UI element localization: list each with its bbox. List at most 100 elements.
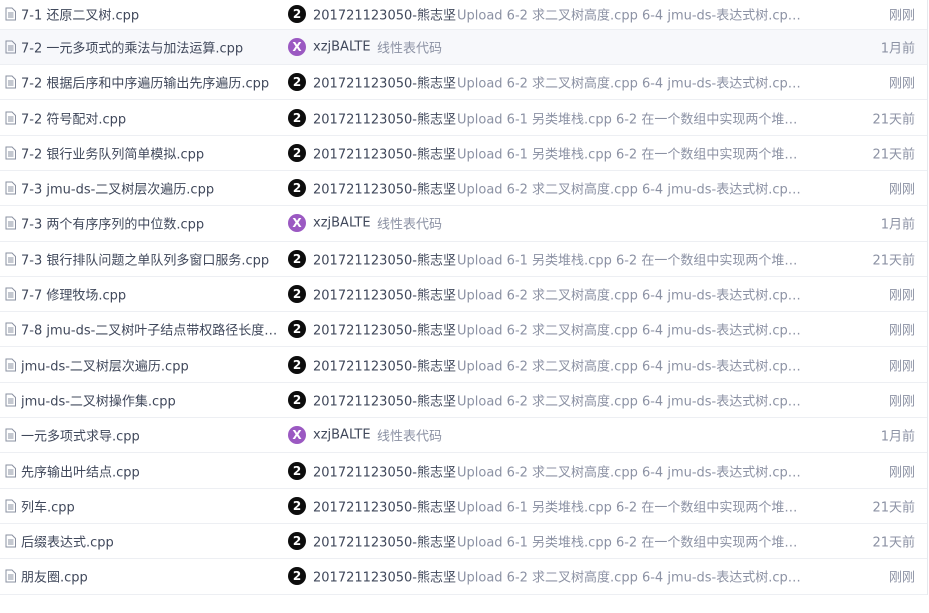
file-row[interactable]: 7-2 银行业务队列简单模拟.cpp 2 201721123050-熊志坚 Up… <box>0 136 927 171</box>
file-row[interactable]: 后缀表达式.cpp 2 201721123050-熊志坚 Upload 6-1 … <box>0 524 927 560</box>
file-name-link[interactable]: 后缀表达式.cpp <box>21 532 286 551</box>
author-name-link[interactable]: 201721123050-熊志坚 <box>313 249 456 268</box>
author-avatar[interactable]: 2 <box>288 285 306 304</box>
author-avatar[interactable]: X <box>288 37 306 56</box>
file-row[interactable]: jmu-ds-二叉树层次遍历.cpp 2 201721123050-熊志坚 Up… <box>0 347 927 383</box>
author-avatar[interactable]: 2 <box>288 532 306 551</box>
file-name-link[interactable]: 7-2 银行业务队列简单模拟.cpp <box>21 143 286 162</box>
commit-time: 刚刚 <box>888 570 915 586</box>
file-name-link[interactable]: 7-2 符号配对.cpp <box>21 108 286 127</box>
file-icon <box>5 534 16 548</box>
author-name-link[interactable]: 201721123050-熊志坚 <box>313 108 456 127</box>
commit-message-link[interactable]: Upload 6-2 求二叉树高度.cpp 6-4 jmu-ds-表达式树.cp… <box>457 179 802 198</box>
commit-time: 1月前 <box>880 217 915 233</box>
commit-message-link[interactable]: Upload 6-1 另类堆栈.cpp 6-2 在一个数组中实现两个堆栈... <box>457 143 802 162</box>
commit-message-link[interactable]: Upload 6-1 另类堆栈.cpp 6-2 在一个数组中实现两个堆栈... <box>457 249 802 268</box>
file-row[interactable]: 一元多项式求导.cpp X xzjBALTE 线性表代码 1月前 <box>0 418 927 454</box>
commit-message-link[interactable]: Upload 6-2 求二叉树高度.cpp 6-4 jmu-ds-表达式树.cp… <box>457 461 802 480</box>
author-name-link[interactable]: 201721123050-熊志坚 <box>313 320 456 339</box>
commit-message-link[interactable]: Upload 6-2 求二叉树高度.cpp 6-4 jmu-ds-表达式树.cp… <box>457 355 802 374</box>
author-name-link[interactable]: 201721123050-熊志坚 <box>313 567 456 586</box>
commit-message-link[interactable]: Upload 6-1 另类堆栈.cpp 6-2 在一个数组中实现两个堆栈... <box>457 108 802 127</box>
file-name-link[interactable]: 7-8 jmu-ds-二叉树叶子结点带权路径长度和... <box>21 320 286 339</box>
file-name-link[interactable]: 先序输出叶结点.cpp <box>21 461 286 480</box>
file-name-link[interactable]: 7-1 还原二叉树.cpp <box>21 5 286 24</box>
author-avatar[interactable]: 2 <box>288 5 306 24</box>
file-row[interactable]: 先序输出叶结点.cpp 2 201721123050-熊志坚 Upload 6-… <box>0 453 927 489</box>
file-row[interactable]: 7-7 修理牧场.cpp 2 201721123050-熊志坚 Upload 6… <box>0 277 927 313</box>
file-name-link[interactable]: 7-7 修理牧场.cpp <box>21 285 286 304</box>
commit-message-link[interactable]: Upload 6-2 求二叉树高度.cpp 6-4 jmu-ds-表达式树.cp… <box>457 5 802 24</box>
commit-message-link[interactable]: Upload 6-2 求二叉树高度.cpp 6-4 jmu-ds-表达式树.cp… <box>457 285 802 304</box>
commit-time: 刚刚 <box>888 288 915 304</box>
file-row[interactable]: 7-8 jmu-ds-二叉树叶子结点带权路径长度和... 2 201721123… <box>0 312 927 348</box>
author-name-link[interactable]: 201721123050-熊志坚 <box>313 496 456 515</box>
commit-time: 刚刚 <box>888 76 915 92</box>
file-row[interactable]: 7-2 一元多项式的乘法与加法运算.cpp X xzjBALTE 线性表代码 1… <box>0 29 927 66</box>
author-name-link[interactable]: xzjBALTE <box>313 216 371 231</box>
author-avatar[interactable]: 2 <box>288 461 306 480</box>
file-name-link[interactable]: 7-2 根据后序和中序遍历输出先序遍历.cpp <box>21 73 286 92</box>
file-list: 7-1 还原二叉树.cpp 2 201721123050-熊志坚 Upload … <box>0 0 928 595</box>
commit-message-link[interactable]: Upload 6-2 求二叉树高度.cpp 6-4 jmu-ds-表达式树.cp… <box>457 390 802 409</box>
author-name-link[interactable]: 201721123050-熊志坚 <box>313 461 456 480</box>
commit-time: 21天前 <box>872 535 915 551</box>
commit-time: 21天前 <box>872 500 915 516</box>
commit-message-link[interactable]: Upload 6-2 求二叉树高度.cpp 6-4 jmu-ds-表达式树.cp… <box>457 567 802 586</box>
file-row[interactable]: 7-1 还原二叉树.cpp 2 201721123050-熊志坚 Upload … <box>0 0 927 30</box>
author-avatar[interactable]: 2 <box>288 143 306 162</box>
file-name-link[interactable]: jmu-ds-二叉树层次遍历.cpp <box>21 355 286 374</box>
author-name-link[interactable]: 201721123050-熊志坚 <box>313 390 456 409</box>
file-name-link[interactable]: 列车.cpp <box>21 496 286 515</box>
author-name-link[interactable]: xzjBALTE <box>313 428 371 443</box>
file-row[interactable]: 7-3 银行排队问题之单队列多窗口服务.cpp 2 201721123050-熊… <box>0 242 927 277</box>
file-name-link[interactable]: 7-3 银行排队问题之单队列多窗口服务.cpp <box>21 249 286 268</box>
file-icon <box>5 146 16 160</box>
author-avatar[interactable]: 2 <box>288 390 306 409</box>
author-name-link[interactable]: 201721123050-熊志坚 <box>313 285 456 304</box>
author-name-link[interactable]: 201721123050-熊志坚 <box>313 179 456 198</box>
author-name-link[interactable]: 201721123050-熊志坚 <box>313 532 456 551</box>
file-name-link[interactable]: jmu-ds-二叉树操作集.cpp <box>21 390 286 409</box>
author-avatar[interactable]: 2 <box>288 73 306 92</box>
file-row[interactable]: 列车.cpp 2 201721123050-熊志坚 Upload 6-1 另类堆… <box>0 489 927 524</box>
author-name-link[interactable]: xzjBALTE <box>313 39 371 54</box>
file-name-link[interactable]: 一元多项式求导.cpp <box>21 426 286 445</box>
author-avatar[interactable]: X <box>288 426 306 445</box>
author-avatar[interactable]: 2 <box>288 320 306 339</box>
file-icon <box>5 75 16 89</box>
author-name-link[interactable]: 201721123050-熊志坚 <box>313 143 456 162</box>
file-icon <box>5 252 16 266</box>
file-name-link[interactable]: 7-3 jmu-ds-二叉树层次遍历.cpp <box>21 179 286 198</box>
commit-message-link[interactable]: 线性表代码 <box>377 426 722 445</box>
author-avatar[interactable]: 2 <box>288 179 306 198</box>
file-icon <box>5 499 16 513</box>
author-avatar[interactable]: 2 <box>288 355 306 374</box>
commit-message-link[interactable]: Upload 6-2 求二叉树高度.cpp 6-4 jmu-ds-表达式树.cp… <box>457 73 802 92</box>
author-avatar[interactable]: 2 <box>288 249 306 268</box>
commit-message-link[interactable]: 线性表代码 <box>377 214 722 233</box>
author-avatar[interactable]: X <box>288 214 306 233</box>
file-row[interactable]: 7-3 两个有序序列的中位数.cpp X xzjBALTE 线性表代码 1月前 <box>0 206 927 242</box>
file-row[interactable]: 朋友圈.cpp 2 201721123050-熊志坚 Upload 6-2 求二… <box>0 559 927 595</box>
author-avatar[interactable]: 2 <box>288 496 306 515</box>
author-name-link[interactable]: 201721123050-熊志坚 <box>313 73 456 92</box>
file-name-link[interactable]: 7-2 一元多项式的乘法与加法运算.cpp <box>21 37 286 56</box>
file-icon <box>5 428 16 442</box>
file-row[interactable]: 7-3 jmu-ds-二叉树层次遍历.cpp 2 201721123050-熊志… <box>0 171 927 207</box>
file-name-link[interactable]: 7-3 两个有序序列的中位数.cpp <box>21 214 286 233</box>
author-name-link[interactable]: 201721123050-熊志坚 <box>313 5 456 24</box>
file-name-link[interactable]: 朋友圈.cpp <box>21 567 286 586</box>
commit-message-link[interactable]: 线性表代码 <box>377 37 722 56</box>
commit-message-link[interactable]: Upload 6-2 求二叉树高度.cpp 6-4 jmu-ds-表达式树.cp… <box>457 320 802 339</box>
author-avatar[interactable]: 2 <box>288 108 306 127</box>
author-avatar[interactable]: 2 <box>288 567 306 586</box>
file-row[interactable]: 7-2 符号配对.cpp 2 201721123050-熊志坚 Upload 6… <box>0 100 927 136</box>
author-name-link[interactable]: 201721123050-熊志坚 <box>313 355 456 374</box>
file-row[interactable]: 7-2 根据后序和中序遍历输出先序遍历.cpp 2 201721123050-熊… <box>0 65 927 101</box>
commit-message-link[interactable]: Upload 6-1 另类堆栈.cpp 6-2 在一个数组中实现两个堆栈... <box>457 496 802 515</box>
commit-time: 21天前 <box>872 112 915 128</box>
commit-message-link[interactable]: Upload 6-1 另类堆栈.cpp 6-2 在一个数组中实现两个堆栈... <box>457 532 802 551</box>
file-row[interactable]: jmu-ds-二叉树操作集.cpp 2 201721123050-熊志坚 Upl… <box>0 383 927 419</box>
file-icon <box>5 181 16 195</box>
